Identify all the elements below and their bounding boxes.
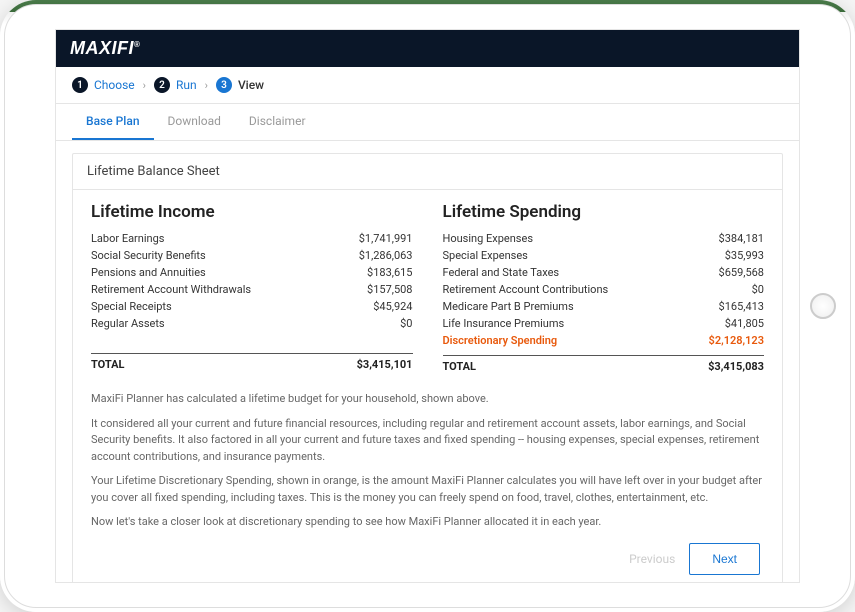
row-label: Retirement Account Contributions xyxy=(443,281,609,298)
spending-row: Retirement Account Contributions $0 xyxy=(443,281,765,298)
total-label: TOTAL xyxy=(91,358,124,371)
app-screen: MAXIFI® 1 Choose › 2 Run › 3 View xyxy=(55,29,800,583)
spending-total: TOTAL $3,415,083 xyxy=(443,360,765,373)
row-label: Regular Assets xyxy=(91,315,165,332)
explanation-paragraph: It considered all your current and futur… xyxy=(91,416,764,466)
row-label: Medicare Part B Premiums xyxy=(443,298,574,315)
tab-base-plan[interactable]: Base Plan xyxy=(72,104,154,140)
step-choose[interactable]: 1 Choose xyxy=(72,77,135,93)
brand-logo: MAXIFI® xyxy=(70,38,140,58)
spending-row: Medicare Part B Premiums $165,413 xyxy=(443,298,765,315)
spending-column: Lifetime Spending Housing Expenses $384,1… xyxy=(443,202,765,373)
income-row: Social Security Benefits $1,286,063 xyxy=(91,247,413,264)
row-value: $45,924 xyxy=(373,298,412,315)
step-label: View xyxy=(238,78,264,92)
total-value: $3,415,101 xyxy=(357,358,413,371)
spending-row: Life Insurance Premiums $41,805 xyxy=(443,315,765,332)
step-number: 1 xyxy=(72,77,88,93)
home-button[interactable] xyxy=(810,293,836,319)
row-label: Federal and State Taxes xyxy=(443,264,560,281)
chevron-right-icon: › xyxy=(205,79,208,92)
income-column: Lifetime Income Labor Earnings $1,741,991… xyxy=(91,202,413,373)
brand-text: MAXIFI xyxy=(70,38,134,58)
app-header: MAXIFI® xyxy=(56,30,799,67)
explanation-paragraph: Your Lifetime Discretionary Spending, sh… xyxy=(91,473,764,506)
row-value: $41,805 xyxy=(725,315,764,332)
panel-body: Lifetime Income Labor Earnings $1,741,991… xyxy=(73,190,782,582)
step-label: Run xyxy=(176,78,197,92)
tab-bar: Base Plan Download Disclaimer xyxy=(56,104,799,141)
spending-row: Special Expenses $35,993 xyxy=(443,247,765,264)
row-label: Retirement Account Withdrawals xyxy=(91,281,251,298)
balance-sheet-panel: Lifetime Balance Sheet Lifetime Income L… xyxy=(72,153,783,582)
row-value: $2,128,123 xyxy=(709,332,764,349)
explanation-paragraph: Now let's take a closer look at discreti… xyxy=(91,514,764,531)
row-label: Discretionary Spending xyxy=(443,332,558,349)
total-value: $3,415,083 xyxy=(708,360,764,373)
step-number: 3 xyxy=(216,77,232,93)
row-value: $659,568 xyxy=(719,264,764,281)
row-label: Special Receipts xyxy=(91,298,172,315)
explanation-paragraph: MaxiFi Planner has calculated a lifetime… xyxy=(91,391,764,408)
step-run[interactable]: 2 Run xyxy=(154,77,197,93)
divider xyxy=(443,355,765,356)
chevron-right-icon: › xyxy=(143,79,146,92)
row-value: $35,993 xyxy=(725,247,764,264)
income-row: Special Receipts $45,924 xyxy=(91,298,413,315)
income-heading: Lifetime Income xyxy=(91,202,413,222)
row-value: $183,615 xyxy=(367,264,412,281)
tab-disclaimer[interactable]: Disclaimer xyxy=(235,104,320,140)
row-value: $0 xyxy=(752,281,764,298)
row-label: Special Expenses xyxy=(443,247,528,264)
income-row: Labor Earnings $1,741,991 xyxy=(91,230,413,247)
row-value: $165,413 xyxy=(719,298,764,315)
explanation-text: MaxiFi Planner has calculated a lifetime… xyxy=(91,391,764,531)
content-area: Lifetime Balance Sheet Lifetime Income L… xyxy=(56,141,799,582)
step-view[interactable]: 3 View xyxy=(216,77,264,93)
panel-title: Lifetime Balance Sheet xyxy=(73,154,782,190)
step-label: Choose xyxy=(94,78,135,92)
tab-download[interactable]: Download xyxy=(154,104,235,140)
income-total: TOTAL $3,415,101 xyxy=(91,358,413,371)
row-label: Social Security Benefits xyxy=(91,247,206,264)
tablet-frame: MAXIFI® 1 Choose › 2 Run › 3 View xyxy=(0,0,855,612)
next-button[interactable]: Next xyxy=(689,543,760,575)
row-label: Housing Expenses xyxy=(443,230,534,247)
spending-row-discretionary: Discretionary Spending $2,128,123 xyxy=(443,332,765,349)
income-row: Pensions and Annuities $183,615 xyxy=(91,264,413,281)
row-value: $0 xyxy=(400,315,412,332)
wizard-stepper: 1 Choose › 2 Run › 3 View xyxy=(56,67,799,104)
row-label: Pensions and Annuities xyxy=(91,264,206,281)
spending-row: Federal and State Taxes $659,568 xyxy=(443,264,765,281)
row-value: $1,286,063 xyxy=(359,247,413,264)
row-value: $157,508 xyxy=(367,281,412,298)
footer-nav: Previous Next xyxy=(91,543,764,579)
income-row: Retirement Account Withdrawals $157,508 xyxy=(91,281,413,298)
previous-button: Previous xyxy=(629,552,675,566)
row-value: $384,181 xyxy=(719,230,764,247)
spending-heading: Lifetime Spending xyxy=(443,202,765,222)
divider xyxy=(91,353,413,354)
total-label: TOTAL xyxy=(443,360,476,373)
row-label: Labor Earnings xyxy=(91,230,164,247)
tablet-bezel: MAXIFI® 1 Choose › 2 Run › 3 View xyxy=(4,4,851,608)
row-label: Life Insurance Premiums xyxy=(443,315,565,332)
row-value: $1,741,991 xyxy=(359,230,413,247)
spending-row: Housing Expenses $384,181 xyxy=(443,230,765,247)
income-row: Regular Assets $0 xyxy=(91,315,413,332)
balance-grid: Lifetime Income Labor Earnings $1,741,991… xyxy=(91,202,764,373)
step-number: 2 xyxy=(154,77,170,93)
